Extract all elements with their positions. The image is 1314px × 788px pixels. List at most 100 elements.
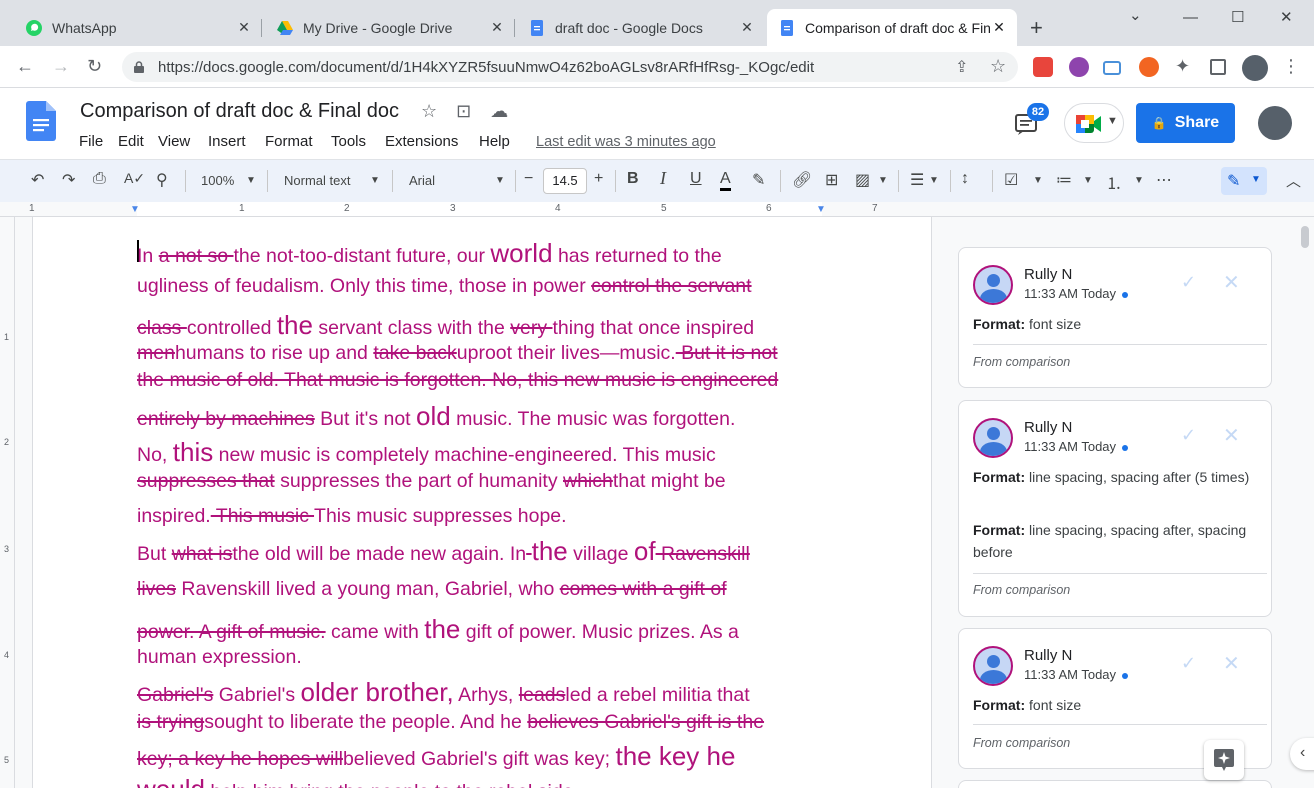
close-window-icon[interactable]: ✕ [1280,8,1293,26]
image-dropdown-icon[interactable]: ▼ [878,175,888,186]
numbered-dropdown-icon[interactable]: ▼ [1134,175,1144,186]
text-color-button[interactable]: A [720,170,731,191]
account-avatar[interactable] [1258,106,1292,140]
accept-suggestion-icon[interactable]: ✓ [1181,653,1196,674]
close-tab-icon[interactable]: ✕ [236,19,252,36]
hide-menus-chevron-icon[interactable]: ︿ [1286,170,1301,191]
document-line[interactable]: Gabriel's Gabriel's older brother, Arhys… [137,677,750,708]
star-icon[interactable]: ☆ [421,101,437,121]
align-left-icon[interactable]: ☰ [910,170,924,190]
forward-icon[interactable]: → [52,56,70,77]
move-folder-icon[interactable]: ⊡ [456,101,471,121]
document-line[interactable]: menhumans to rise up and take backuproot… [137,342,778,365]
suggestion-card[interactable]: Rully N 11:33 AM Today ✓ ✕ Format: line … [958,400,1272,617]
insert-image-icon[interactable]: ▨ [855,170,870,190]
document-line[interactable]: power. A gift of music. came with the gi… [137,614,739,645]
minimize-icon[interactable]: — [1183,9,1198,26]
address-bar[interactable]: https://docs.google.com/document/d/1H4kX… [122,52,1018,82]
close-tab-icon[interactable]: ✕ [991,19,1007,36]
document-line[interactable]: key; a key he hopes willbelieved Gabriel… [137,741,735,772]
menu-tools[interactable]: Tools [331,133,385,150]
share-page-icon[interactable]: ⇪ [955,57,968,77]
tab-comparison-doc[interactable]: Comparison of draft doc & Fina ✕ [767,9,1017,46]
document-line[interactable]: No, this new music is completely machine… [137,437,716,468]
document-line[interactable]: But what isthe old will be made new agai… [137,536,750,567]
paragraph-style-select[interactable]: Normal text [284,173,350,188]
tab-search-chevron-icon[interactable]: ⌄ [1129,6,1142,24]
extension-dots-icon[interactable] [1069,57,1089,77]
highlight-color-icon[interactable]: ✎ [752,170,765,190]
menu-help[interactable]: Help [479,133,519,150]
menu-file[interactable]: File [79,133,118,150]
tab-draft-doc[interactable]: draft doc - Google Docs ✕ [517,9,765,46]
close-tab-icon[interactable]: ✕ [739,19,755,36]
bullet-dropdown-icon[interactable]: ▼ [1083,175,1093,186]
scrollbar-thumb[interactable] [1301,226,1309,248]
document-line[interactable]: is tryingsought to liberate the people. … [137,711,764,734]
redo-icon[interactable]: ↷ [62,170,75,190]
increase-font-size-button[interactable]: + [594,170,603,188]
extension-orange-icon[interactable] [1139,57,1159,77]
font-size-input[interactable]: 14.5 [543,168,587,194]
right-indent-marker-icon[interactable]: ▼ [816,204,826,215]
reject-suggestion-icon[interactable]: ✕ [1223,423,1240,448]
undo-icon[interactable]: ↶ [31,170,44,190]
menu-edit[interactable]: Edit [118,133,158,150]
share-button[interactable]: 🔒 Share [1136,103,1235,143]
tab-google-drive[interactable]: My Drive - Google Drive ✕ [265,9,515,46]
style-dropdown-icon[interactable]: ▼ [370,175,380,186]
bold-button[interactable]: B [627,170,639,188]
google-docs-logo[interactable] [26,101,56,141]
cloud-saved-icon[interactable]: ☁ [490,101,508,121]
numbered-list-icon[interactable]: ⒈ [1106,170,1122,194]
document-line[interactable]: class controlled the servant class with … [137,310,754,341]
document-line[interactable]: entirely by machines But it's not old mu… [137,401,735,432]
indent-marker-icon[interactable]: ▼ [130,204,140,215]
print-icon[interactable]: ⎙ [93,170,106,188]
document-line[interactable]: In a not so the not-too-distant future, … [137,238,722,269]
menu-view[interactable]: View [158,133,208,150]
collapse-side-panel-icon[interactable]: ‹ [1290,738,1314,770]
more-options-icon[interactable]: ⋯ [1156,170,1172,190]
underline-button[interactable]: U [690,170,702,188]
reject-suggestion-icon[interactable]: ✕ [1223,270,1240,295]
spellcheck-icon[interactable]: A✓ [124,170,145,187]
adblock-extension-icon[interactable] [1033,57,1053,77]
horizontal-ruler[interactable]: 1 1 2 3 4 5 6 7 ▼ ▼ [0,202,1314,217]
explore-button[interactable] [1204,740,1244,780]
menu-format[interactable]: Format [265,133,331,150]
document-line[interactable]: lives Ravenskill lived a young man, Gabr… [137,578,727,601]
zoom-select[interactable]: 100% [201,173,234,188]
document-line[interactable]: suppresses that suppresses the part of h… [137,470,726,493]
maximize-icon[interactable]: ☐ [1231,8,1244,26]
reload-icon[interactable]: ↻ [87,56,102,77]
paint-format-icon[interactable]: ⚲ [156,170,168,190]
document-line[interactable]: inspired. This music This music suppress… [137,505,567,528]
meet-button[interactable]: ▼ [1064,103,1124,143]
document-line[interactable]: human expression. [137,646,302,669]
suggestion-card[interactable] [958,780,1272,788]
document-title[interactable]: Comparison of draft doc & Final doc [80,100,399,123]
insert-link-icon[interactable]: 🔗︎ [792,170,812,190]
document-line[interactable]: would help him bring the people to the r… [137,774,579,788]
accept-suggestion-icon[interactable]: ✓ [1181,425,1196,446]
browser-menu-icon[interactable]: ⋮ [1282,56,1300,77]
reject-suggestion-icon[interactable]: ✕ [1223,651,1240,676]
checklist-dropdown-icon[interactable]: ▼ [1033,175,1043,186]
editing-mode-button[interactable]: ✎ ▼ [1221,167,1267,195]
document-line[interactable]: the music of old. That music is forgotte… [137,369,778,392]
bookmark-star-icon[interactable]: ☆ [990,56,1006,77]
align-dropdown-icon[interactable]: ▼ [929,175,939,186]
profile-avatar[interactable] [1242,55,1268,81]
suggestion-card[interactable]: Rully N 11:33 AM Today ✓ ✕ Format: font … [958,247,1272,388]
back-icon[interactable]: ← [16,56,34,77]
font-dropdown-icon[interactable]: ▼ [495,175,505,186]
mail-extension-icon[interactable] [1103,61,1121,75]
add-comment-icon[interactable]: ⊞ [825,170,838,190]
accept-suggestion-icon[interactable]: ✓ [1181,272,1196,293]
checklist-icon[interactable]: ☑ [1004,170,1018,190]
extensions-puzzle-icon[interactable]: ✦ [1175,56,1190,77]
zoom-dropdown-icon[interactable]: ▼ [246,175,256,186]
document-line[interactable]: ugliness of feudalism. Only this time, t… [137,275,752,298]
side-panel-icon[interactable] [1210,59,1226,75]
